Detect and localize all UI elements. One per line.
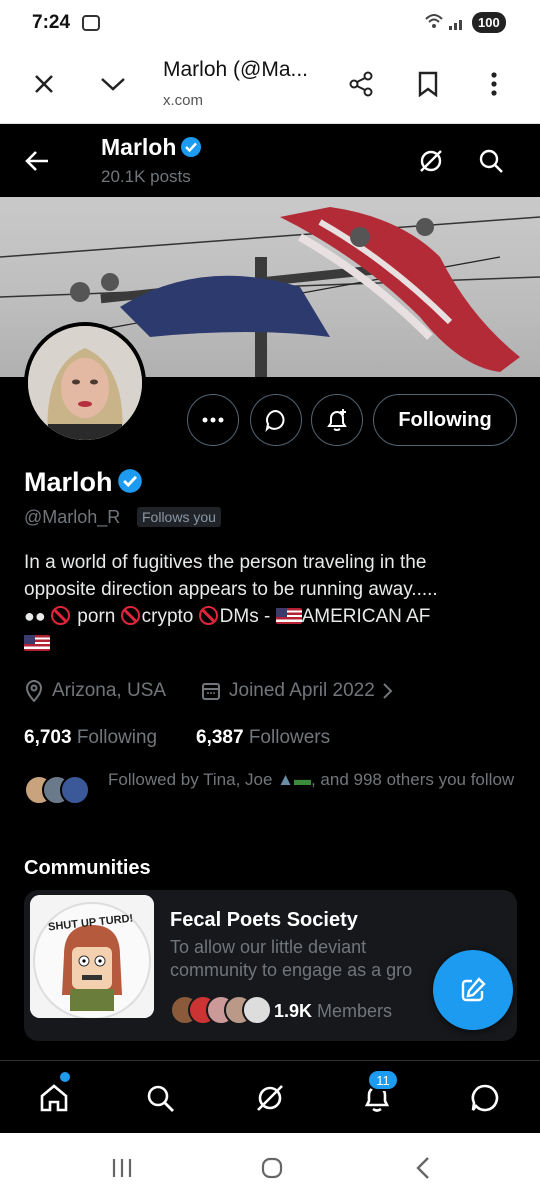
search-icon[interactable]	[474, 144, 508, 178]
notification-icon	[82, 15, 100, 31]
header-name: Marloh	[101, 134, 202, 164]
header-post-count: 20.1K posts	[101, 167, 191, 186]
members-count: 1.9K	[274, 1000, 313, 1021]
bookmark-icon[interactable]	[412, 68, 444, 100]
system-navigation-bar	[0, 1133, 540, 1200]
follows-you-badge: Follows you	[137, 507, 221, 527]
profile-handle: @Marloh_R	[24, 507, 121, 527]
no-entry-icon	[51, 606, 71, 625]
followed-by-prefix: Followed by Tina, Joe	[108, 770, 278, 789]
verified-badge-icon[interactable]	[117, 468, 143, 501]
wifi-icon	[424, 12, 444, 34]
back-arrow-icon[interactable]	[20, 144, 54, 178]
profile-header: Marloh 20.1K posts	[0, 124, 540, 197]
grok-icon[interactable]	[414, 144, 448, 178]
chevron-right-icon	[381, 682, 393, 700]
status-bar: 7:24 100	[0, 0, 540, 46]
profile-location: Arizona, USA	[24, 680, 166, 702]
bio-line-1: In a world of fugitives the person trave…	[24, 552, 427, 573]
back-system-icon[interactable]	[408, 1153, 438, 1183]
compose-icon	[458, 975, 488, 1005]
compose-post-button[interactable]	[433, 950, 513, 1030]
followed-by-avatars[interactable]	[24, 775, 94, 807]
avatar	[242, 995, 272, 1025]
chevron-down-icon[interactable]	[97, 68, 129, 100]
share-icon[interactable]	[345, 68, 377, 100]
following-count: 6,703	[24, 727, 72, 748]
signal-icon	[448, 16, 466, 35]
more-vert-icon[interactable]	[478, 68, 510, 100]
profile-name: Marloh	[24, 467, 143, 501]
followed-by-text[interactable]: Followed by Tina, Joe ▲▬, and 998 others…	[108, 768, 520, 791]
profile-joined[interactable]: Joined April 2022	[201, 680, 393, 702]
browser-toolbar: Marloh (@Ma... x.com	[0, 46, 540, 124]
followed-by-suffix: , and 998 others you follow	[310, 770, 515, 789]
eyes-emoji-icon: ●●	[24, 606, 46, 626]
bio-line-2: opposite direction appears to be running…	[24, 579, 438, 600]
community-description: To allow our little deviant community to…	[170, 936, 460, 982]
bio-line-3: ●● porn crypto DMs - AMERICAN AF	[24, 603, 520, 630]
community-description-line-1: To allow our little deviant	[170, 937, 367, 957]
bio-american: AMERICAN AF	[301, 606, 431, 627]
followers-label: Followers	[248, 727, 331, 748]
no-entry-icon	[120, 606, 140, 625]
home-unread-dot	[60, 1072, 70, 1082]
following-label: Following	[76, 727, 158, 748]
profile-bio: In a world of fugitives the person trave…	[24, 549, 520, 657]
member-avatars	[170, 995, 274, 1027]
home-icon[interactable]	[34, 1078, 74, 1118]
gator-emoji-icon: ▬	[293, 770, 311, 789]
notify-bell-button[interactable]	[311, 394, 363, 446]
bio-line-4	[24, 630, 520, 657]
grok-nav-icon[interactable]	[250, 1078, 290, 1118]
status-time: 7:24	[32, 12, 71, 33]
community-members: 1.9K Members	[170, 995, 392, 1027]
close-icon[interactable]	[28, 68, 60, 100]
communities-heading: Communities	[24, 857, 151, 879]
more-options-button[interactable]	[187, 394, 239, 446]
calendar-icon	[201, 681, 221, 701]
community-title: Fecal Poets Society	[170, 909, 358, 931]
recents-icon[interactable]	[107, 1153, 137, 1183]
browser-url[interactable]: x.com	[163, 92, 203, 109]
profile-name-text: Marloh	[24, 467, 113, 497]
browser-page-title: Marloh (@Ma...	[163, 58, 309, 81]
location-pin-icon	[24, 680, 44, 702]
location-text: Arizona, USA	[52, 680, 167, 701]
avatar	[60, 775, 90, 805]
search-nav-icon[interactable]	[140, 1078, 180, 1118]
shark-emoji-icon: ▲	[277, 770, 294, 789]
battery-indicator: 100	[472, 12, 506, 33]
verified-badge-icon	[180, 136, 202, 164]
bio-dms: DMs -	[219, 606, 276, 627]
community-image: SHUT UP TURD!	[30, 895, 154, 1018]
followers-count: 6,387	[196, 727, 244, 748]
following-count-link[interactable]: 6,703 Following	[24, 727, 157, 749]
followers-count-link[interactable]: 6,387 Followers	[196, 727, 330, 749]
header-name-text: Marloh	[101, 134, 177, 160]
community-description-line-2: community to engage as a gro	[170, 960, 413, 980]
bottom-navigation	[0, 1060, 540, 1133]
messages-icon[interactable]	[465, 1078, 505, 1118]
no-entry-icon	[198, 606, 218, 625]
joined-text: Joined April 2022	[229, 680, 375, 701]
notifications-badge: 11	[367, 1069, 399, 1091]
profile-avatar[interactable]	[24, 322, 146, 444]
home-system-icon[interactable]	[257, 1153, 287, 1183]
members-label: Members	[317, 1000, 393, 1021]
us-flag-icon	[275, 608, 302, 624]
following-button[interactable]: Following	[373, 394, 517, 446]
bio-crypto: crypto	[141, 606, 199, 627]
bio-porn: porn	[72, 606, 121, 627]
message-button[interactable]	[250, 394, 302, 446]
us-flag-icon	[24, 635, 50, 651]
